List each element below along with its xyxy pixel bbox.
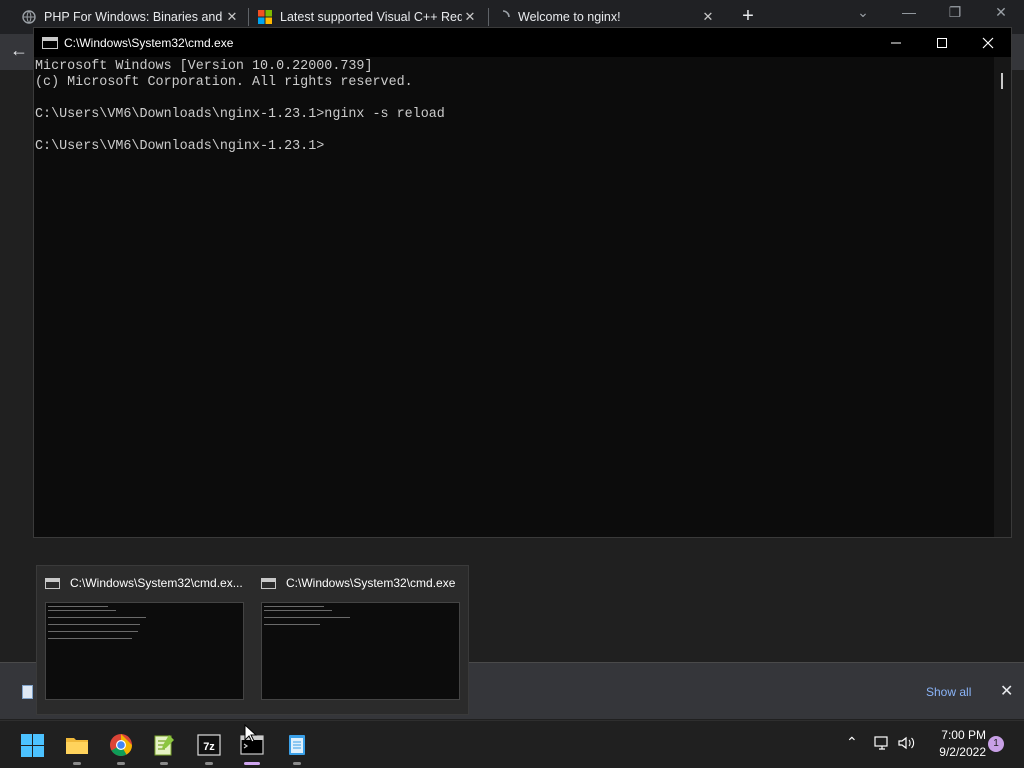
running-indicator bbox=[293, 762, 301, 765]
thumbnail-preview bbox=[261, 602, 460, 700]
download-bar-close-icon[interactable]: ✕ bbox=[1000, 681, 1013, 701]
cmd-icon bbox=[261, 577, 276, 589]
thumbnail-title: C:\Windows\System32\cmd.exe bbox=[286, 576, 456, 590]
cmd-titlebar[interactable]: C:\Windows\System32\cmd.exe bbox=[34, 28, 1011, 57]
taskbar-thumbnail-popup: C:\Windows\System32\cmd.ex... C:\Windows… bbox=[36, 565, 469, 715]
console-line: (c) Microsoft Corporation. All rights re… bbox=[35, 75, 413, 90]
close-icon bbox=[982, 37, 994, 48]
tab-title: Welcome to nginx! bbox=[518, 10, 621, 24]
tab-close-icon[interactable]: ✕ bbox=[700, 9, 716, 25]
new-tab-button[interactable]: + bbox=[738, 5, 758, 28]
cmd-window-title: C:\Windows\System32\cmd.exe bbox=[64, 35, 234, 50]
mouse-cursor-icon bbox=[244, 724, 258, 743]
volume-icon[interactable] bbox=[898, 736, 916, 750]
active-indicator bbox=[244, 762, 260, 765]
scrollbar-thumb[interactable] bbox=[1001, 73, 1003, 89]
cmd-minimize-button[interactable] bbox=[873, 28, 919, 57]
globe-icon bbox=[22, 10, 36, 24]
chrome-icon[interactable] bbox=[109, 733, 133, 757]
thumbnail-cmd-2[interactable]: C:\Windows\System32\cmd.exe bbox=[253, 566, 469, 716]
file-explorer-icon[interactable] bbox=[65, 733, 89, 757]
cmd-window[interactable]: C:\Windows\System32\cmd.exe Microsoft Wi… bbox=[33, 27, 1012, 538]
cmd-close-button[interactable] bbox=[965, 28, 1011, 57]
cmd-console-output[interactable]: Microsoft Windows [Version 10.0.22000.73… bbox=[34, 57, 994, 537]
notification-badge[interactable]: 1 bbox=[988, 736, 1004, 752]
console-line: C:\Users\VM6\Downloads\nginx-1.23.1> bbox=[35, 139, 325, 154]
browser-minimize-icon[interactable]: — bbox=[894, 4, 924, 20]
cmd-icon bbox=[45, 577, 60, 589]
download-file-icon[interactable] bbox=[22, 685, 33, 699]
svg-text:7z: 7z bbox=[203, 741, 215, 753]
maximize-icon bbox=[937, 37, 947, 48]
tray-overflow-chevron-icon[interactable]: ⌃ bbox=[846, 734, 858, 751]
microsoft-icon bbox=[258, 10, 272, 24]
tab-title: Latest supported Visual C++ Redi bbox=[280, 10, 462, 24]
minimize-icon bbox=[891, 42, 901, 43]
thumbnail-preview bbox=[45, 602, 244, 700]
running-indicator bbox=[117, 762, 125, 765]
thumbnail-cmd-1[interactable]: C:\Windows\System32\cmd.ex... bbox=[37, 566, 253, 716]
running-indicator bbox=[73, 762, 81, 765]
browser-restore-icon[interactable]: ❐ bbox=[940, 4, 970, 21]
7zip-icon[interactable]: 7z bbox=[197, 733, 221, 757]
loading-icon bbox=[502, 10, 510, 18]
tab-title: PHP For Windows: Binaries and so bbox=[44, 10, 224, 24]
notepad-plus-plus-icon[interactable] bbox=[152, 733, 176, 757]
thumbnail-title: C:\Windows\System32\cmd.ex... bbox=[70, 576, 243, 590]
back-arrow-icon[interactable]: ← bbox=[10, 40, 28, 61]
start-icon[interactable] bbox=[20, 733, 44, 757]
network-icon[interactable] bbox=[874, 736, 890, 750]
cmd-scrollbar[interactable] bbox=[994, 57, 1011, 537]
taskbar: 7z bbox=[0, 720, 1024, 768]
browser-close-icon[interactable]: ✕ bbox=[986, 4, 1016, 21]
running-indicator bbox=[205, 762, 213, 765]
running-indicator bbox=[160, 762, 168, 765]
console-line: Microsoft Windows [Version 10.0.22000.73… bbox=[35, 59, 373, 74]
clock-time[interactable]: 7:00 PM bbox=[930, 728, 986, 742]
tab-search-chevron-icon[interactable]: ⌄ bbox=[848, 4, 878, 21]
clock-date[interactable]: 9/2/2022 bbox=[930, 745, 986, 759]
cmd-icon bbox=[42, 36, 58, 49]
show-all-link[interactable]: Show all bbox=[926, 685, 971, 699]
cmd-maximize-button[interactable] bbox=[919, 28, 965, 57]
console-line: C:\Users\VM6\Downloads\nginx-1.23.1>ngin… bbox=[35, 107, 445, 122]
notepad-icon[interactable] bbox=[285, 733, 309, 757]
